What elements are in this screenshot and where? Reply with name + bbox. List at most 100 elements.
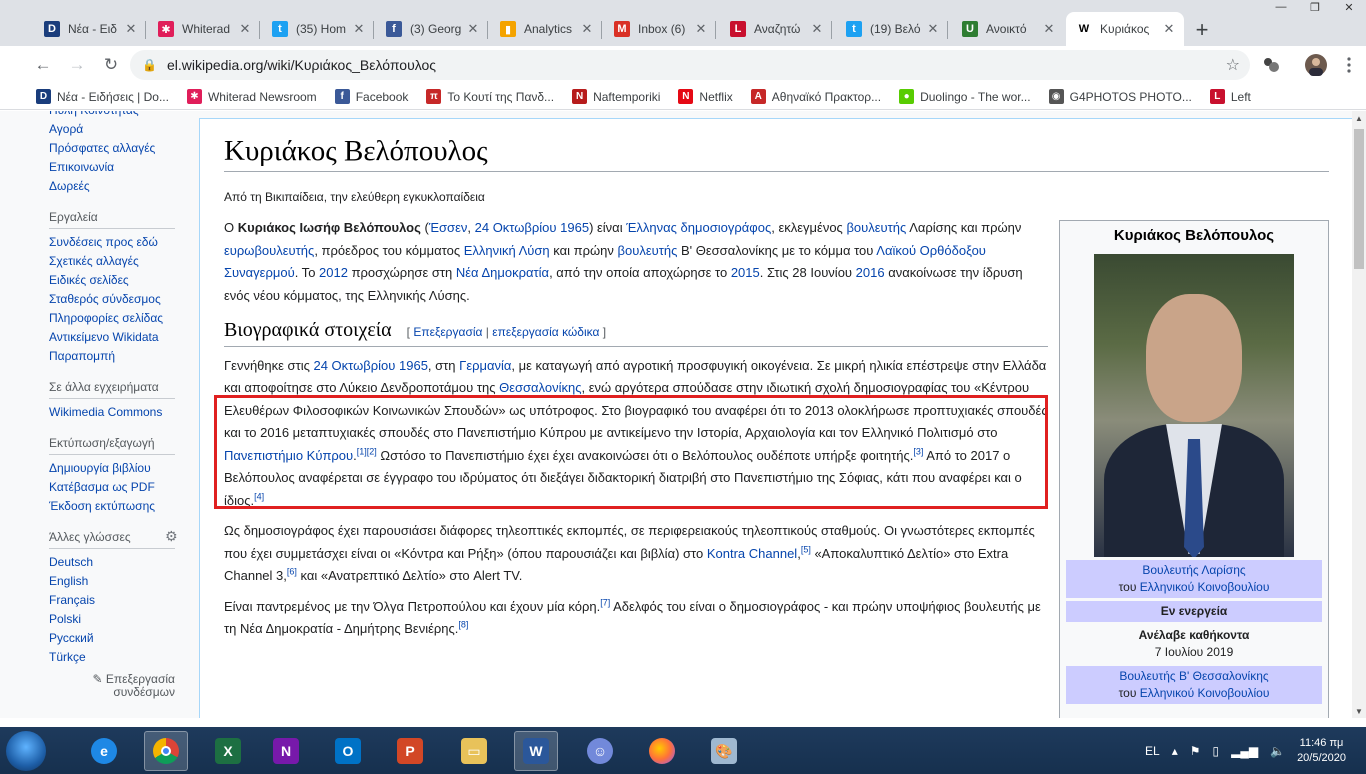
link[interactable]: Ελληνική Λύση bbox=[464, 243, 550, 258]
tab-close-icon[interactable]: ✕ bbox=[238, 21, 252, 37]
browser-tab[interactable]: t (19) Βελό ✕ bbox=[836, 12, 948, 46]
new-tab-button[interactable]: + bbox=[1188, 16, 1216, 44]
tab-close-icon[interactable]: ✕ bbox=[466, 21, 480, 37]
link[interactable]: Kontra Channel bbox=[707, 546, 797, 561]
back-arrow-icon[interactable]: ← bbox=[28, 50, 58, 80]
link[interactable]: Θεσσαλονίκης bbox=[499, 380, 581, 395]
firefox-icon[interactable] bbox=[640, 731, 684, 771]
network-icon[interactable]: ▂▄▆ bbox=[1231, 744, 1258, 758]
scroll-down-arrow-icon[interactable]: ▼ bbox=[1352, 704, 1366, 718]
gear-icon[interactable]: ⚙ bbox=[165, 528, 178, 545]
browser-tab[interactable]: ▮ Analytics ✕ bbox=[490, 12, 602, 46]
bookmark-item[interactable]: D Νέα - Ειδήσεις | Do... bbox=[36, 89, 169, 104]
sidebar-language-link[interactable]: Deutsch bbox=[49, 553, 189, 572]
sidebar-nav-link[interactable]: Επικοινωνία bbox=[49, 158, 189, 177]
forward-arrow-icon[interactable]: → bbox=[62, 50, 92, 80]
extension-icon[interactable] bbox=[1260, 54, 1282, 76]
link[interactable]: δημοσιογράφος bbox=[681, 220, 772, 235]
powerpoint-icon[interactable]: P bbox=[388, 731, 432, 771]
bookmark-item[interactable]: N Netflix bbox=[678, 89, 733, 104]
browser-tab[interactable]: L Αναζητώ ✕ bbox=[720, 12, 832, 46]
tab-close-icon[interactable]: ✕ bbox=[694, 21, 708, 37]
battery-icon[interactable]: ▯ bbox=[1213, 744, 1220, 758]
sidebar-tool-link[interactable]: Συνδέσεις προς εδώ bbox=[49, 233, 189, 252]
link[interactable]: 2016 bbox=[856, 265, 885, 280]
link[interactable]: βουλευτής bbox=[846, 220, 906, 235]
bookmark-item[interactable]: π Το Κουτί της Πανδ... bbox=[426, 89, 554, 104]
menu-dots-icon[interactable] bbox=[1338, 54, 1360, 76]
browser-tab[interactable]: f (3) Georg ✕ bbox=[376, 12, 488, 46]
scroll-up-arrow-icon[interactable]: ▲ bbox=[1352, 111, 1366, 125]
outlook-icon[interactable]: O bbox=[326, 731, 370, 771]
profile-avatar[interactable] bbox=[1305, 54, 1327, 76]
start-button[interactable] bbox=[6, 731, 46, 771]
parliament-link-2[interactable]: Ελληνικού Κοινοβουλίου bbox=[1140, 686, 1270, 700]
sidebar-tool-link[interactable]: Αντικείμενο Wikidata bbox=[49, 328, 189, 347]
sidebar-nav-link[interactable]: Αγορά bbox=[49, 120, 189, 139]
flag-icon[interactable]: ⚑ bbox=[1190, 744, 1201, 758]
edit-source-link[interactable]: επεξεργασία κώδικα bbox=[492, 325, 599, 339]
bookmark-star-icon[interactable]: ☆ bbox=[1226, 55, 1240, 75]
tab-close-icon[interactable]: ✕ bbox=[810, 21, 824, 37]
sidebar-tool-link[interactable]: Σταθερός σύνδεσμος bbox=[49, 290, 189, 309]
link[interactable]: Έλληνας bbox=[626, 220, 677, 235]
tab-close-icon[interactable]: ✕ bbox=[1162, 21, 1176, 37]
sidebar-tool-link[interactable]: Ειδικές σελίδες bbox=[49, 271, 189, 290]
link[interactable]: 24 Οκτωβρίου bbox=[313, 358, 395, 373]
scrollbar-thumb[interactable] bbox=[1354, 129, 1364, 269]
sidebar-nav-link[interactable]: Πύλη Κοινότητας bbox=[49, 111, 189, 120]
portrait-photo[interactable] bbox=[1094, 254, 1294, 557]
sidebar-print-link[interactable]: Κατέβασμα ως PDF bbox=[49, 478, 189, 497]
tab-close-icon[interactable]: ✕ bbox=[580, 21, 594, 37]
language-indicator[interactable]: EL bbox=[1145, 744, 1160, 758]
bookmark-item[interactable]: N Naftemporiki bbox=[572, 89, 660, 104]
bookmark-item[interactable]: ✱ Whiterad Newsroom bbox=[186, 89, 317, 104]
onenote-icon[interactable]: N bbox=[264, 731, 308, 771]
sidebar-language-link[interactable]: Polski bbox=[49, 610, 189, 629]
bookmark-item[interactable]: ● Duolingo - The wor... bbox=[899, 89, 1031, 104]
vertical-scrollbar[interactable]: ▲ ▼ bbox=[1352, 111, 1366, 718]
discord-icon[interactable]: ☺ bbox=[578, 731, 622, 771]
link[interactable]: Νέα Δημοκρατία bbox=[456, 265, 549, 280]
sidebar-language-link[interactable]: Français bbox=[49, 591, 189, 610]
bookmark-item[interactable]: ◉ G4PHOTOS PHOTO... bbox=[1048, 89, 1192, 104]
file-explorer-icon[interactable]: ▭ bbox=[452, 731, 496, 771]
browser-tab[interactable]: t (35) Hom ✕ bbox=[262, 12, 374, 46]
link[interactable]: Έσσεν bbox=[429, 220, 468, 235]
sidebar-language-link[interactable]: Türkçe bbox=[49, 648, 189, 667]
sidebar-language-link[interactable]: Русский bbox=[49, 629, 189, 648]
link[interactable]: Γερμανία bbox=[459, 358, 511, 373]
tab-close-icon[interactable]: ✕ bbox=[926, 21, 940, 37]
browser-tab[interactable]: M Inbox (6) ✕ bbox=[604, 12, 716, 46]
lock-icon[interactable]: 🔒 bbox=[142, 58, 157, 72]
volume-icon[interactable]: 🔈 bbox=[1270, 744, 1285, 758]
close-icon[interactable]: ✕ bbox=[1332, 0, 1366, 14]
link[interactable]: 1965 bbox=[399, 358, 428, 373]
sidebar-tool-link[interactable]: Πληροφορίες σελίδας bbox=[49, 309, 189, 328]
bookmark-item[interactable]: L Left bbox=[1209, 89, 1251, 104]
bookmark-item[interactable]: f Facebook bbox=[334, 89, 408, 104]
clock[interactable]: 11:46 πμ 20/5/2020 bbox=[1297, 736, 1346, 766]
tray-chevron-icon[interactable]: ▴ bbox=[1172, 744, 1178, 758]
sidebar-project-link[interactable]: Wikimedia Commons bbox=[49, 403, 189, 422]
sidebar-language-link[interactable]: English bbox=[49, 572, 189, 591]
link[interactable]: βουλευτής bbox=[618, 243, 678, 258]
office-1-link[interactable]: Βουλευτής Λαρίσης bbox=[1142, 563, 1245, 577]
sidebar-tool-link[interactable]: Παραπομπή bbox=[49, 347, 189, 366]
browser-tab[interactable]: ✱ Whiterad ✕ bbox=[148, 12, 260, 46]
tab-close-icon[interactable]: ✕ bbox=[124, 21, 138, 37]
sidebar-nav-link[interactable]: Δωρεές bbox=[49, 177, 189, 196]
tab-close-icon[interactable]: ✕ bbox=[352, 21, 366, 37]
tab-close-icon[interactable]: ✕ bbox=[1042, 21, 1056, 37]
sidebar-nav-link[interactable]: Πρόσφατες αλλαγές bbox=[49, 139, 189, 158]
link[interactable]: 1965 bbox=[560, 220, 589, 235]
chrome-icon[interactable] bbox=[144, 731, 188, 771]
sidebar-print-link[interactable]: Δημιουργία βιβλίου bbox=[49, 459, 189, 478]
office-2-link[interactable]: Βουλευτής Β' Θεσσαλονίκης bbox=[1119, 669, 1268, 683]
link[interactable]: 2015 bbox=[731, 265, 760, 280]
bookmark-item[interactable]: Α Αθηναϊκό Πρακτορ... bbox=[750, 89, 881, 104]
edit-links[interactable]: ✎ Επεξεργασία συνδέσμων bbox=[49, 673, 175, 699]
excel-icon[interactable]: X bbox=[206, 731, 250, 771]
paint-icon[interactable]: 🎨 bbox=[702, 731, 746, 771]
browser-tab[interactable]: W Κυριάκος ✕ bbox=[1066, 12, 1184, 46]
